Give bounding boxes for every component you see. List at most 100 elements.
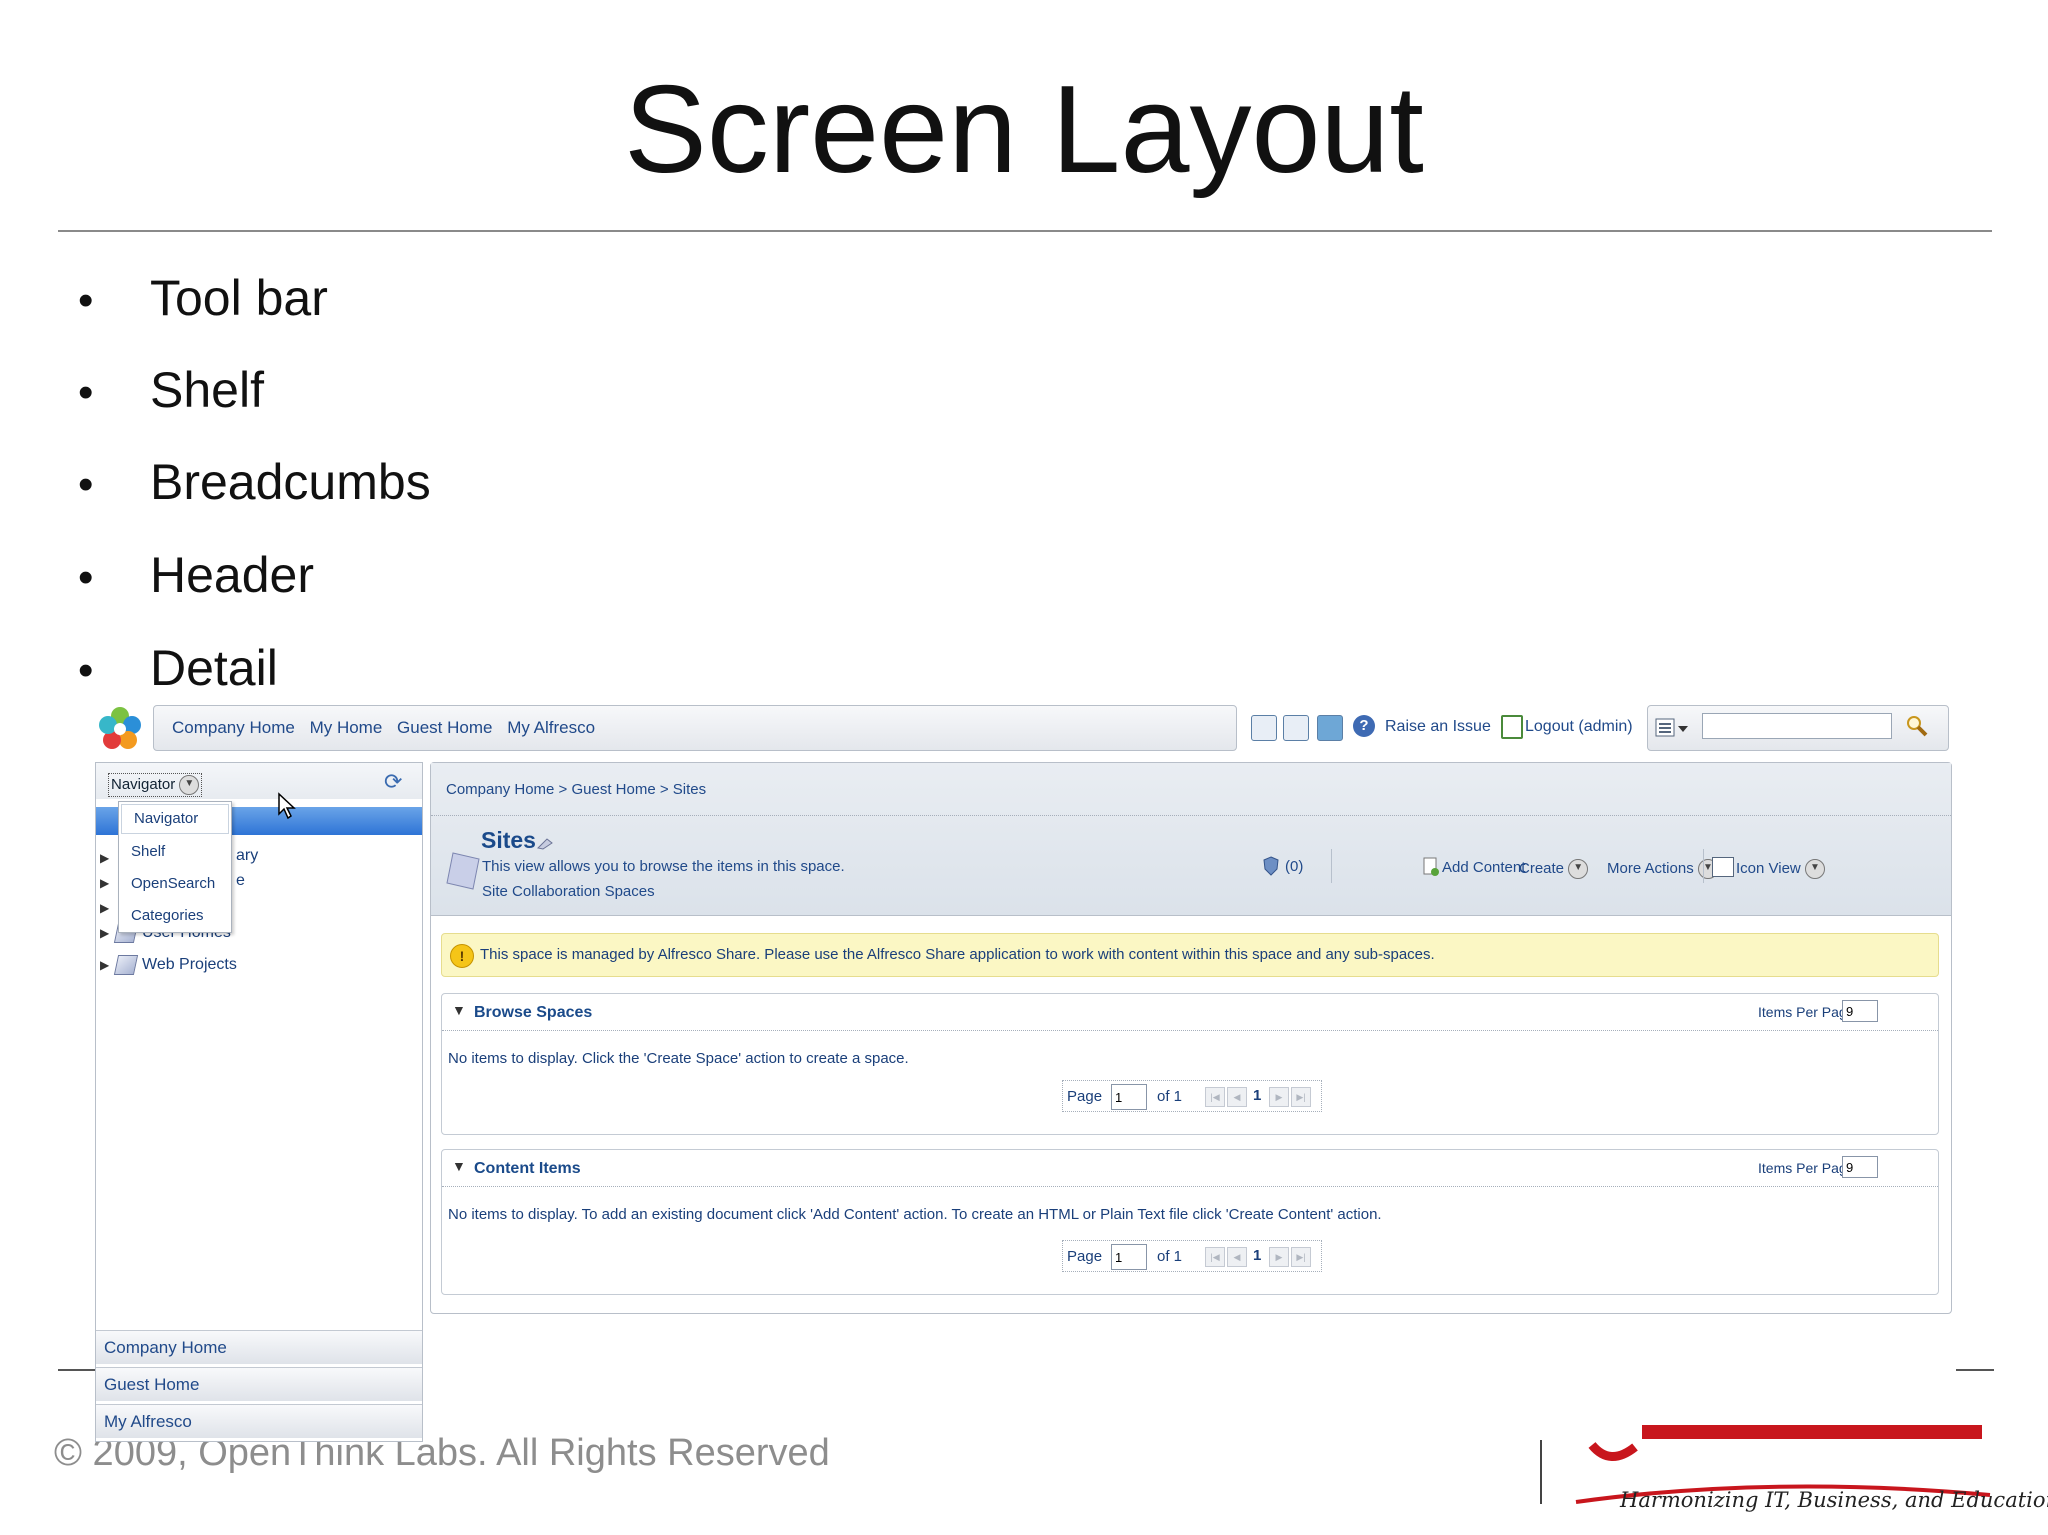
- pager: Page of 1 |◀ ◀ 1 ▶ ▶|: [1062, 1080, 1322, 1112]
- current-page-number: 1: [1253, 1087, 1262, 1104]
- view-mode-button[interactable]: Icon View ▼: [1736, 859, 1825, 879]
- admin-console-icon[interactable]: [1251, 715, 1277, 741]
- bullet-item: • Header: [78, 547, 314, 603]
- menu-item-opensearch[interactable]: OpenSearch: [119, 868, 231, 900]
- tree-row[interactable]: ▶: [100, 896, 116, 920]
- rules-icon[interactable]: [1262, 855, 1280, 877]
- last-page-icon[interactable]: ▶|: [1291, 1247, 1311, 1267]
- add-content-icon[interactable]: [1422, 857, 1440, 877]
- space-large-icon: [446, 852, 480, 890]
- collapse-triangle-icon[interactable]: ▼: [452, 1158, 466, 1174]
- toolbar-link-my-alfresco[interactable]: My Alfresco: [507, 718, 595, 737]
- bullet-item: • Detail: [78, 640, 278, 696]
- user-profile-icon[interactable]: [1283, 715, 1309, 741]
- tree-row[interactable]: ▶: [100, 871, 116, 895]
- toolbar: Company Home My Home Guest Home My Alfre…: [153, 705, 1237, 751]
- chevron-down-icon: ▼: [1568, 859, 1589, 879]
- search-options-icon[interactable]: [1655, 717, 1691, 739]
- breadcrumb[interactable]: Company Home > Guest Home > Sites: [446, 781, 706, 798]
- view-mode-label: Icon View: [1736, 859, 1801, 877]
- title-divider: [58, 230, 1992, 232]
- section-header: ▼ Browse Spaces Items Per Page: [442, 994, 1938, 1031]
- menu-item-categories[interactable]: Categories: [119, 900, 231, 932]
- items-per-page-input[interactable]: [1842, 1156, 1878, 1178]
- page-count-label: of 1: [1157, 1248, 1183, 1265]
- rss-feed-icon[interactable]: [535, 831, 555, 851]
- previous-page-icon[interactable]: ◀: [1227, 1087, 1247, 1107]
- navigator-panel: Navigator ▼ ⟳ Navigator Shelf OpenSearch…: [95, 762, 423, 1442]
- bullet-text: Header: [150, 547, 314, 603]
- logout-icon[interactable]: [1501, 715, 1523, 739]
- more-actions-button[interactable]: More Actions ▼: [1607, 859, 1718, 879]
- bullet-text: Detail: [150, 640, 278, 696]
- toolbar-link-guest-home[interactable]: Guest Home: [397, 718, 492, 737]
- logo-tagline: Harmonizing IT, Business, and Education: [1620, 1488, 2048, 1512]
- first-page-icon[interactable]: |◀: [1205, 1247, 1225, 1267]
- expand-arrow-icon[interactable]: ▶: [100, 896, 116, 920]
- tree-row-label: Web Projects: [142, 956, 237, 973]
- navigator-dropdown-menu: Navigator Shelf OpenSearch Categories: [118, 801, 232, 933]
- header-divider: [431, 815, 1951, 816]
- first-page-icon[interactable]: |◀: [1205, 1087, 1225, 1107]
- refresh-icon[interactable]: ⟳: [384, 771, 406, 793]
- shelf-tab-my-alfresco[interactable]: My Alfresco: [96, 1404, 422, 1438]
- shelf-tab-company-home[interactable]: Company Home: [96, 1330, 422, 1364]
- create-menu-button[interactable]: Create ▼: [1519, 859, 1589, 879]
- toggle-shelf-icon[interactable]: [1317, 715, 1343, 741]
- page-number-input[interactable]: [1111, 1084, 1147, 1110]
- menu-item-navigator[interactable]: Navigator: [121, 804, 229, 834]
- bullet-text: Tool bar: [150, 270, 328, 326]
- help-icon[interactable]: ?: [1353, 715, 1375, 737]
- navigator-selector[interactable]: Navigator ▼: [108, 773, 203, 797]
- share-notice-banner: ! This space is managed by Alfresco Shar…: [441, 933, 1939, 977]
- previous-page-icon[interactable]: ◀: [1227, 1247, 1247, 1267]
- current-page-number: 1: [1253, 1247, 1262, 1264]
- page-number-input[interactable]: [1111, 1244, 1147, 1270]
- next-page-icon[interactable]: ▶: [1269, 1247, 1289, 1267]
- expand-arrow-icon[interactable]: ▶: [100, 846, 116, 870]
- last-page-icon[interactable]: ▶|: [1291, 1087, 1311, 1107]
- create-label: Create: [1519, 859, 1565, 877]
- browse-spaces-section: ▼ Browse Spaces Items Per Page No items …: [441, 993, 1939, 1135]
- search-icon[interactable]: [1905, 714, 1929, 738]
- actions-separator: [1703, 849, 1704, 883]
- section-title: Browse Spaces: [474, 1004, 593, 1021]
- add-content-button[interactable]: Add Content: [1442, 859, 1525, 876]
- footer-divider-left: [58, 1369, 98, 1371]
- more-actions-label: More Actions: [1607, 859, 1694, 877]
- toolbar-link-my-home[interactable]: My Home: [310, 718, 383, 737]
- menu-item-shelf[interactable]: Shelf: [119, 836, 231, 868]
- chevron-down-icon: ▼: [179, 775, 200, 795]
- mouse-cursor-icon: [278, 792, 296, 820]
- bullet-item: • Shelf: [78, 362, 264, 418]
- next-page-icon[interactable]: ▶: [1269, 1087, 1289, 1107]
- page-count-label: of 1: [1157, 1088, 1183, 1105]
- items-per-page-input[interactable]: [1842, 1000, 1878, 1022]
- raise-issue-link[interactable]: Raise an Issue: [1385, 718, 1491, 736]
- section-title: Content Items: [474, 1160, 581, 1177]
- page-label: Page: [1067, 1248, 1103, 1265]
- space-icon: [113, 954, 139, 975]
- page-label: Page: [1067, 1088, 1103, 1105]
- toolbar-link-company-home[interactable]: Company Home: [172, 718, 295, 737]
- space-description: This view allows you to browse the items…: [482, 858, 845, 875]
- search-input[interactable]: [1702, 713, 1892, 739]
- bullet-text: Shelf: [150, 362, 264, 418]
- shelf-tab-guest-home[interactable]: Guest Home: [96, 1367, 422, 1401]
- warning-icon: !: [450, 944, 474, 968]
- collapse-triangle-icon[interactable]: ▼: [452, 1002, 466, 1018]
- footer-divider-right: [1956, 1369, 1994, 1371]
- detail-panel: Company Home > Guest Home > Sites Sites …: [430, 762, 1952, 1314]
- tree-row-web-projects[interactable]: ▶ Web Projects: [100, 953, 237, 977]
- expand-arrow-icon[interactable]: ▶: [100, 871, 116, 895]
- tree-row-partial-text: ary: [236, 847, 259, 864]
- bullet-item: • Breadcumbs: [78, 454, 431, 510]
- content-items-section: ▼ Content Items Items Per Page No items …: [441, 1149, 1939, 1295]
- space-subtitle: Site Collaboration Spaces: [482, 883, 655, 900]
- pager: Page of 1 |◀ ◀ 1 ▶ ▶|: [1062, 1240, 1322, 1272]
- logout-link[interactable]: Logout (admin): [1525, 718, 1633, 736]
- tree-row[interactable]: ▶: [100, 846, 116, 870]
- icon-view-icon[interactable]: [1712, 857, 1734, 877]
- empty-message: No items to display. To add an existing …: [448, 1206, 1382, 1223]
- space-title: Sites: [481, 827, 536, 853]
